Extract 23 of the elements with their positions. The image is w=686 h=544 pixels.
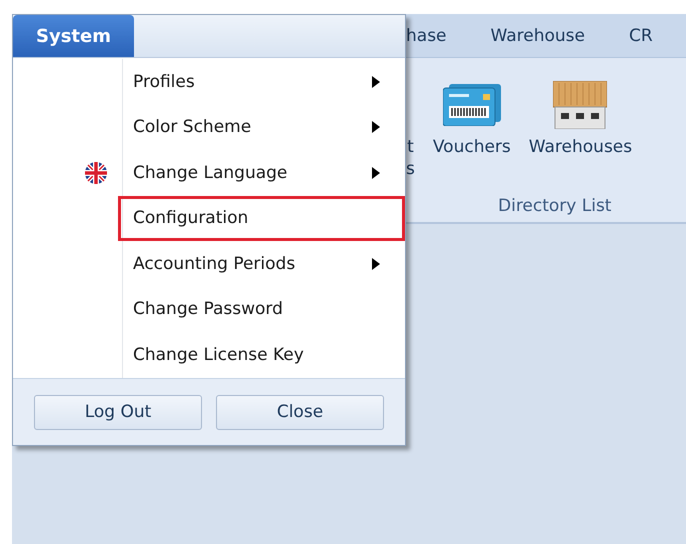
menu-item[interactable]: Change Language: [13, 150, 405, 196]
submenu-arrow-icon: [372, 121, 380, 134]
menu-button[interactable]: Close: [216, 394, 384, 430]
menu-button[interactable]: Log Out: [34, 394, 202, 430]
submenu-arrow-icon: [372, 166, 380, 179]
group-label: Directory List: [498, 196, 612, 216]
system-tab[interactable]: System: [13, 15, 134, 57]
ribbon-tab[interactable]: Warehouse: [490, 26, 585, 46]
ribbon-button-label[interactable]: Vouchers: [432, 136, 511, 158]
ribbon-tab[interactable]: hase: [406, 26, 447, 46]
flag-icon: [84, 160, 108, 185]
menu-item[interactable]: Profiles: [13, 59, 405, 104]
warehouse-icon: [553, 81, 608, 129]
ribbon-tab[interactable]: CR: [629, 26, 653, 46]
ribbon-button-label[interactable]: Warehouses: [528, 136, 632, 158]
ribbon-button-label[interactable]: t: [407, 136, 414, 158]
ribbon-button-label[interactable]: s: [406, 158, 415, 180]
menu-item[interactable]: Accounting Periods: [13, 241, 405, 286]
menu-item[interactable]: Color Scheme: [13, 104, 405, 150]
submenu-arrow-icon: [372, 258, 380, 270]
menu-item[interactable]: Change Password: [13, 286, 405, 332]
submenu-arrow-icon: [372, 76, 380, 88]
card-stack-icon: [442, 84, 501, 126]
